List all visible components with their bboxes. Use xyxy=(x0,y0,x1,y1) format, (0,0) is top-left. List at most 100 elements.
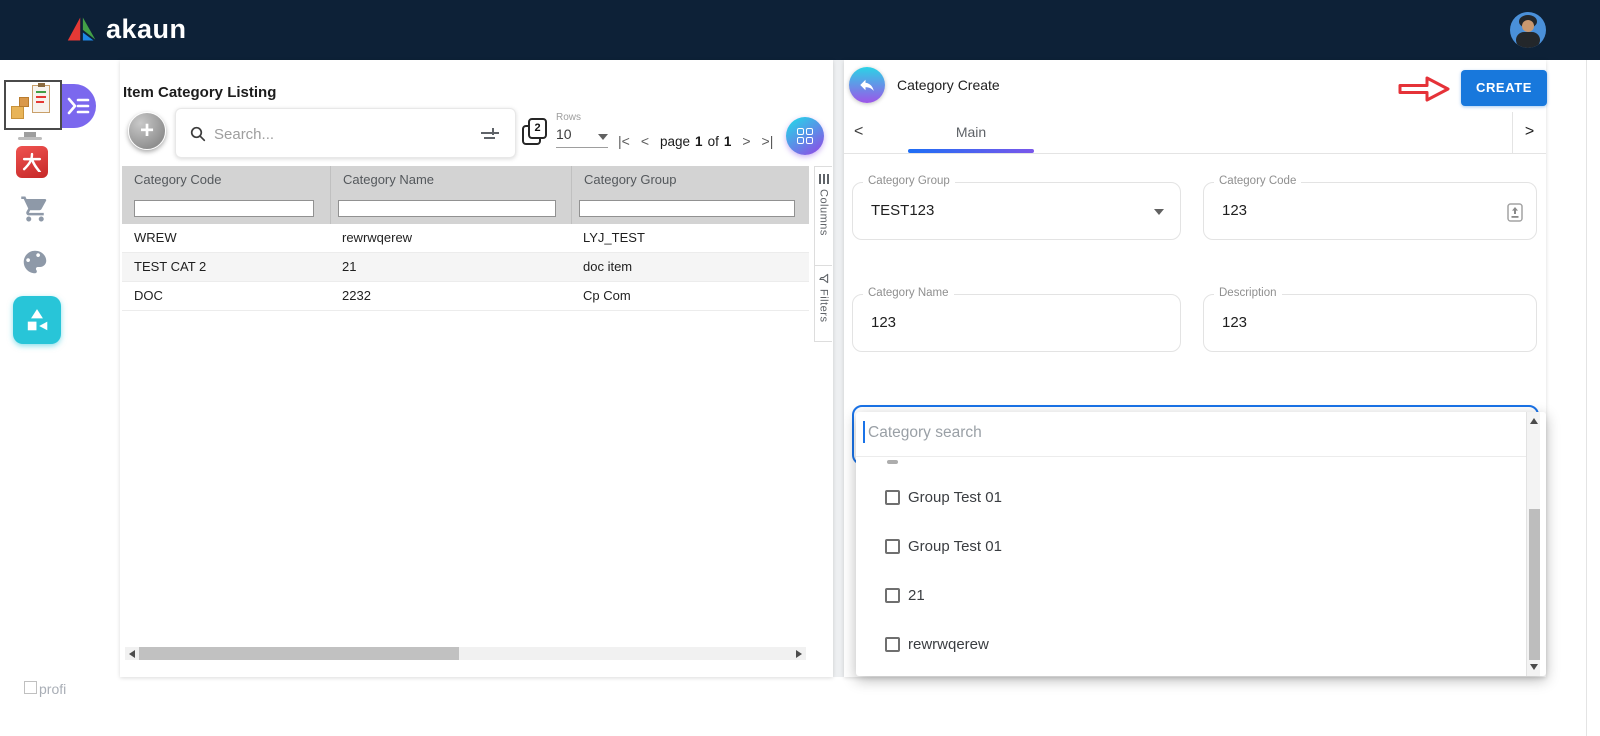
vscroll-up-arrow-icon[interactable] xyxy=(1530,418,1538,424)
top-navbar: akaun xyxy=(0,0,1600,60)
dropdown-option[interactable]: rewrwqerew xyxy=(885,630,989,658)
option-label: Group Test 01 xyxy=(908,489,1002,506)
item-category-listing-panel: Item Category Listing + 2 Rows 10 |< < xyxy=(120,60,833,677)
back-arrow-icon xyxy=(858,76,876,94)
tabs-scroll-prev[interactable]: < xyxy=(854,123,863,141)
cell-category-group: LYJ_TEST xyxy=(571,224,809,252)
category-name-value: 123 xyxy=(871,295,896,350)
add-category-button[interactable]: + xyxy=(128,112,166,150)
category-group-field[interactable]: Category Group TEST123 xyxy=(852,182,1181,240)
filters-side-tab[interactable]: Filters xyxy=(814,266,832,342)
cell-category-name: 2232 xyxy=(330,282,571,310)
listing-title: Item Category Listing xyxy=(123,84,276,101)
page-first-button[interactable]: |< xyxy=(618,133,630,149)
dropdown-option[interactable]: Group Test 01 xyxy=(885,483,1002,511)
tab-bar: < Main > xyxy=(844,112,1546,154)
page-next-button[interactable]: > xyxy=(742,133,750,149)
col-header-category-group[interactable]: Category Group xyxy=(571,166,809,194)
pagination: |< < page 1 of 1 > >| xyxy=(618,131,773,151)
panel-gap xyxy=(833,60,844,677)
dropdown-option[interactable]: Group Test 01 xyxy=(885,532,1002,560)
category-name-field[interactable]: Category Name 123 xyxy=(852,294,1181,352)
category-search-input[interactable] xyxy=(866,419,1286,447)
brand-text: akaun xyxy=(106,14,187,45)
monitor-base xyxy=(18,137,42,140)
description-value: 123 xyxy=(1222,295,1247,350)
create-button[interactable]: CREATE xyxy=(1461,70,1547,106)
rows-per-page-icon[interactable]: 2 xyxy=(522,118,550,148)
page-of-word: of xyxy=(708,134,719,149)
cart-icon xyxy=(20,194,50,224)
page-last-button[interactable]: >| xyxy=(762,133,774,149)
page-prev-button[interactable]: < xyxy=(641,133,649,149)
filters-side-tab-label: Filters xyxy=(818,289,830,322)
app-logo[interactable]: akaun xyxy=(66,13,187,45)
dropdown-vertical-scrollbar[interactable] xyxy=(1526,412,1540,676)
option-checkbox[interactable] xyxy=(885,637,900,652)
hscroll-thumb[interactable] xyxy=(139,647,459,660)
page-total: 1 xyxy=(724,134,732,149)
filters-funnel-icon xyxy=(818,273,829,284)
option-label: Group Test 01 xyxy=(908,538,1002,555)
cell-category-name: rewrwqerew xyxy=(330,224,571,252)
partially-scrolled-option xyxy=(887,460,898,464)
dropdown-divider xyxy=(856,456,1526,457)
tab-main[interactable]: Main xyxy=(908,124,1034,140)
app-box-art xyxy=(11,106,24,119)
profile-partial-label: profi xyxy=(39,681,66,697)
filter-input-category-code[interactable] xyxy=(134,200,314,217)
col-header-category-code[interactable]: Category Code xyxy=(122,166,330,194)
option-checkbox[interactable] xyxy=(885,490,900,505)
columns-side-tab[interactable]: Columns xyxy=(814,166,832,266)
sidebar-item-da-red-app[interactable] xyxy=(16,146,48,178)
columns-side-tab-label: Columns xyxy=(818,189,830,236)
hscroll-right-arrow-icon[interactable] xyxy=(796,650,802,658)
hscroll-left-arrow-icon[interactable] xyxy=(129,650,135,658)
table-body: WREW rewrwqerew LYJ_TEST TEST CAT 2 21 d… xyxy=(122,224,809,311)
page-indicator: page 1 of 1 xyxy=(660,134,731,149)
tabs-scroll-next[interactable]: > xyxy=(1512,112,1546,154)
table-header-row: Category Code Category Name Category Gro… xyxy=(122,166,809,194)
table-horizontal-scrollbar[interactable] xyxy=(125,647,806,660)
code-generator-icon xyxy=(1507,203,1523,222)
avatar-face xyxy=(1522,20,1534,32)
filter-input-category-name[interactable] xyxy=(338,200,556,217)
filter-input-category-group[interactable] xyxy=(579,200,795,217)
logo-triangle-icon xyxy=(66,13,98,45)
user-avatar[interactable] xyxy=(1510,12,1546,48)
description-field[interactable]: Description 123 xyxy=(1203,294,1537,352)
menu-expand-icon xyxy=(66,96,90,116)
app-window: akaun xyxy=(0,0,1600,736)
profile-checkbox[interactable] xyxy=(24,681,37,694)
search-icon xyxy=(190,126,206,142)
category-code-field[interactable]: Category Code 123 xyxy=(1203,182,1537,240)
cell-category-code: DOC xyxy=(122,282,330,310)
dropdown-option[interactable]: 21 xyxy=(885,581,925,609)
page-word: page xyxy=(660,134,690,149)
columns-icon xyxy=(819,174,829,184)
sidebar-item-shopping-cart[interactable] xyxy=(20,194,50,229)
sidebar: profi xyxy=(0,60,78,736)
page-current: 1 xyxy=(695,134,703,149)
option-checkbox[interactable] xyxy=(885,539,900,554)
table-row[interactable]: TEST CAT 2 21 doc item xyxy=(122,253,809,282)
vscroll-thumb[interactable] xyxy=(1529,509,1540,660)
annotation-arrow-icon xyxy=(1396,75,1452,103)
filter-tune-icon[interactable] xyxy=(481,128,499,140)
sidebar-item-palette[interactable] xyxy=(20,247,50,282)
rows-caret-icon[interactable] xyxy=(598,134,608,140)
sidebar-item-categories[interactable] xyxy=(13,296,61,344)
search-input[interactable] xyxy=(212,118,460,150)
table-row[interactable]: WREW rewrwqerew LYJ_TEST xyxy=(122,224,809,253)
panel-title: Category Create xyxy=(897,77,1000,93)
option-checkbox[interactable] xyxy=(885,588,900,603)
grid-icon xyxy=(797,128,813,144)
table-row[interactable]: DOC 2232 Cp Com xyxy=(122,282,809,311)
back-button[interactable] xyxy=(849,67,885,103)
text-cursor xyxy=(863,421,865,443)
category-group-value: TEST123 xyxy=(871,183,934,238)
grid-view-button[interactable] xyxy=(786,117,824,155)
col-header-category-name[interactable]: Category Name xyxy=(330,166,571,194)
vscroll-down-arrow-icon[interactable] xyxy=(1530,664,1538,670)
sidebar-item-inventory-app[interactable] xyxy=(4,80,62,130)
